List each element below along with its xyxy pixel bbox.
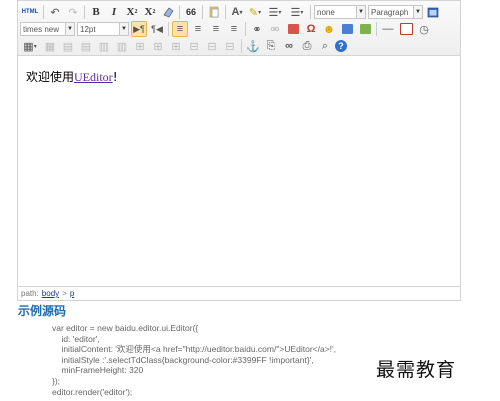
toolbar-divider <box>84 5 85 19</box>
attachment-icon[interactable] <box>339 21 355 37</box>
paragraph-format-value: Paragraph <box>371 7 409 17</box>
editor-toolbar: HTML ↶ ↷ B I X2 X2 66 A ▾ ✎ ▾ ☰ ▾ ☰ ▾ no… <box>18 1 460 56</box>
font-family-select[interactable]: times new ▼ <box>20 22 75 36</box>
split-rows-icon[interactable]: ⊟ <box>204 38 220 54</box>
sample-code-block: var editor = new baidu.editor.ui.Editor(… <box>52 323 336 397</box>
redo-icon[interactable]: ↷ <box>65 4 81 20</box>
toolbar-row-2: times new ▼ 12pt ▼ ▶¶ ¶◀ ≡ ≡ ≡ ≡ ⚭ ⚮ Ω ☻… <box>20 21 432 37</box>
blockquote-icon[interactable]: 66 <box>183 4 199 20</box>
undo-icon[interactable]: ↶ <box>47 4 63 20</box>
paragraph-format-select[interactable]: Paragraph ▼ <box>368 5 423 19</box>
path-crumb-body[interactable]: body <box>42 289 59 298</box>
eraser-icon[interactable] <box>160 4 176 20</box>
code-line: minFrameHeight: 320 <box>52 365 144 376</box>
unordered-list-icon[interactable]: ☰ ▾ <box>287 4 307 20</box>
toolbar-divider <box>225 5 226 19</box>
delete-table-icon[interactable]: ▦ <box>42 38 58 54</box>
align-left-icon[interactable]: ≡ <box>172 21 188 37</box>
chevron-down-icon: ▼ <box>413 6 422 18</box>
heading-style-value: none <box>317 7 335 17</box>
fullscreen-icon[interactable] <box>425 4 441 20</box>
font-size-select[interactable]: 12pt ▼ <box>77 22 129 36</box>
subscript-icon[interactable]: X2 <box>142 4 158 20</box>
highlight-color-icon[interactable]: ✎ ▾ <box>247 4 263 20</box>
chevron-down-icon: ▼ <box>65 23 74 35</box>
heading-style-select[interactable]: none ▼ <box>314 5 366 19</box>
paste-plain-icon[interactable] <box>206 4 222 20</box>
ueditor-link[interactable]: UEditor <box>74 70 113 84</box>
exclamation-text: ! <box>112 70 118 84</box>
rtl-direction-icon[interactable]: ¶◀ <box>149 21 165 37</box>
toolbar-divider <box>179 5 180 19</box>
delete-col-icon[interactable]: ▥ <box>114 38 130 54</box>
code-line: }); <box>52 375 61 386</box>
welcome-text: 欢迎使用 <box>26 70 75 84</box>
chevron-down-icon: ▼ <box>119 23 128 35</box>
toolbar-divider <box>310 5 311 19</box>
toolbar-divider <box>168 22 169 36</box>
bold-icon[interactable]: B <box>88 4 104 20</box>
toolbar-row-3: ▦ ▾ ▦ ▤ ▤ ▥ ▥ ⊞ ⊞ ⊞ ⊟ ⊟ ⊟ ⚓ ⎘ ∞ ⎙ ⌕ ? <box>20 38 347 54</box>
toolbar-divider <box>202 5 203 19</box>
map-icon[interactable] <box>357 21 373 37</box>
binoculars-icon[interactable]: ∞ <box>281 38 297 54</box>
image-icon[interactable] <box>285 21 301 37</box>
toolbar-divider <box>241 39 242 53</box>
split-cols-icon[interactable]: ⊟ <box>222 38 238 54</box>
merge-down-icon[interactable]: ⊞ <box>168 38 184 54</box>
watermark-logo: 最需教育 <box>376 359 457 381</box>
preview-icon[interactable]: ⌕ <box>317 38 333 54</box>
align-right-icon[interactable]: ≡ <box>208 21 224 37</box>
code-line: initialContent: '欢迎使用<a href="http://ued… <box>52 344 337 355</box>
split-cells-icon[interactable]: ⊟ <box>186 38 202 54</box>
editor-content-area[interactable]: 欢迎使用UEditor! <box>18 56 460 286</box>
help-icon[interactable]: ? <box>335 40 347 52</box>
time-icon[interactable]: ◷ <box>416 21 432 37</box>
superscript-icon[interactable]: X2 <box>124 4 140 20</box>
ordered-list-icon[interactable]: ☰ ▾ <box>265 4 285 20</box>
page-break-icon[interactable]: ⎘ <box>263 38 279 54</box>
special-char-icon[interactable]: Ω <box>303 21 319 37</box>
delete-row-icon[interactable]: ▤ <box>78 38 94 54</box>
emotion-icon[interactable]: ☻ <box>321 21 337 37</box>
anchor-icon[interactable]: ⚓ <box>245 38 261 54</box>
font-size-value: 12pt <box>80 24 96 34</box>
align-center-icon[interactable]: ≡ <box>190 21 206 37</box>
date-icon[interactable] <box>398 21 414 37</box>
path-label: path: <box>21 289 39 298</box>
unlink-icon[interactable]: ⚮ <box>267 21 283 37</box>
content-paragraph[interactable]: 欢迎使用UEditor! <box>26 68 118 85</box>
insert-col-icon[interactable]: ▥ <box>96 38 112 54</box>
horizontal-rule-icon[interactable]: — <box>380 21 396 37</box>
path-separator: > <box>62 289 67 298</box>
toolbar-divider <box>43 5 44 19</box>
path-crumb-p[interactable]: p <box>70 289 74 298</box>
font-color-icon[interactable]: A ▾ <box>229 4 245 20</box>
merge-right-icon[interactable]: ⊞ <box>150 38 166 54</box>
toolbar-divider <box>376 22 377 36</box>
chevron-down-icon: ▼ <box>356 6 365 18</box>
align-justify-icon[interactable]: ≡ <box>226 21 242 37</box>
toolbar-divider <box>245 22 246 36</box>
print-icon[interactable]: ⎙ <box>299 38 315 54</box>
font-family-value: times new <box>23 24 60 34</box>
ltr-direction-icon[interactable]: ▶¶ <box>131 21 147 37</box>
code-line: editor.render('editor'); <box>52 386 133 397</box>
toolbar-row-1: HTML ↶ ↷ B I X2 X2 66 A ▾ ✎ ▾ ☰ ▾ ☰ ▾ no… <box>20 4 441 20</box>
sample-source-heading: 示例源码 <box>18 304 67 318</box>
source-code-button[interactable]: HTML <box>20 4 40 20</box>
code-line: initialStyle :'.selectTdClass{background… <box>52 354 314 365</box>
code-line: id: 'editor', <box>52 333 100 344</box>
code-line: var editor = new baidu.editor.ui.Editor(… <box>52 323 199 333</box>
element-path-bar: path: body > p <box>18 286 460 300</box>
merge-cells-icon[interactable]: ⊞ <box>132 38 148 54</box>
insert-table-icon[interactable]: ▦ ▾ <box>20 38 40 54</box>
source-code-label: HTML <box>21 9 39 15</box>
rich-text-editor: HTML ↶ ↷ B I X2 X2 66 A ▾ ✎ ▾ ☰ ▾ ☰ ▾ no… <box>17 0 461 301</box>
insert-row-icon[interactable]: ▤ <box>60 38 76 54</box>
link-icon[interactable]: ⚭ <box>249 21 265 37</box>
italic-icon[interactable]: I <box>106 4 122 20</box>
